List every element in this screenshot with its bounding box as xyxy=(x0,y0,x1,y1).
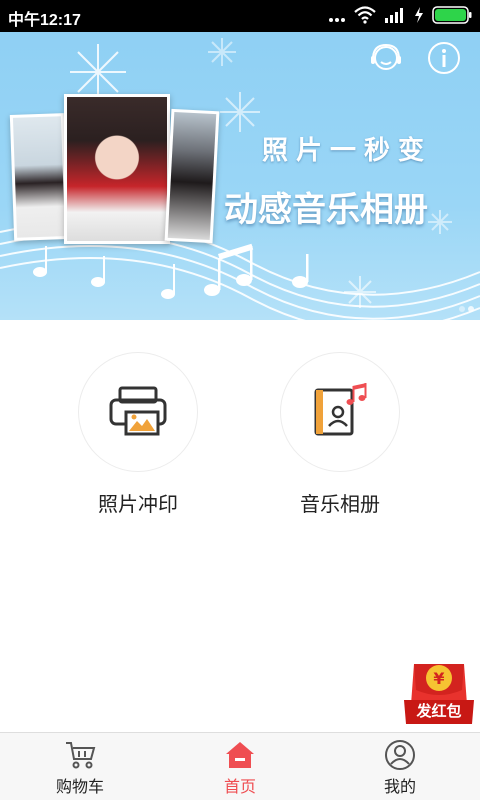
feature-photo-print-circle[interactable] xyxy=(78,352,198,472)
feature-music-album-circle[interactable] xyxy=(280,352,400,472)
cart-icon xyxy=(64,739,96,771)
home-icon xyxy=(224,739,256,771)
feature-music-album[interactable]: 音乐相册 xyxy=(280,352,400,517)
tab-profile[interactable]: 我的 xyxy=(320,733,480,800)
banner-title-line1: 照片一秒变 xyxy=(262,136,433,166)
tab-profile-label: 我的 xyxy=(383,777,416,796)
customer-service-icon[interactable] xyxy=(368,40,404,76)
printer-icon xyxy=(108,384,168,440)
feature-music-album-label: 音乐相册 xyxy=(300,492,380,516)
pagination-dot-active xyxy=(468,306,474,312)
status-bar: 中午12:17 xyxy=(0,0,480,32)
status-icons xyxy=(328,6,472,28)
red-packet-symbol: ¥ xyxy=(433,669,444,688)
bottom-tab-bar: 购物车 首页 我的 xyxy=(0,732,480,800)
tab-cart-label: 购物车 xyxy=(55,777,104,796)
more-dots-icon xyxy=(328,8,346,27)
tab-cart[interactable]: 购物车 xyxy=(0,733,160,800)
status-time: 中午12:17 xyxy=(8,12,81,29)
battery-icon xyxy=(432,6,472,28)
banner-pagination xyxy=(459,306,474,312)
photo-center xyxy=(64,94,170,244)
music-album-icon xyxy=(310,382,370,442)
red-packet-label: 发红包 xyxy=(416,702,462,720)
red-packet-button[interactable]: ¥ 发红包 xyxy=(404,660,474,724)
promo-banner[interactable]: 照片一秒变 动感音乐相册 xyxy=(0,32,480,320)
pagination-dot xyxy=(459,306,465,312)
profile-icon xyxy=(384,739,416,771)
photo-right xyxy=(164,108,220,244)
charging-icon xyxy=(414,7,424,27)
info-icon[interactable] xyxy=(426,40,462,76)
signal-icon xyxy=(384,7,406,27)
banner-title-line2: 动感音乐相册 xyxy=(224,190,428,230)
feature-photo-print[interactable]: 照片冲印 xyxy=(78,352,198,517)
tab-home[interactable]: 首页 xyxy=(160,733,320,800)
tab-home-label: 首页 xyxy=(223,777,256,796)
wifi-icon xyxy=(354,6,376,28)
feature-photo-print-label: 照片冲印 xyxy=(98,492,178,516)
photo-left xyxy=(9,113,69,241)
